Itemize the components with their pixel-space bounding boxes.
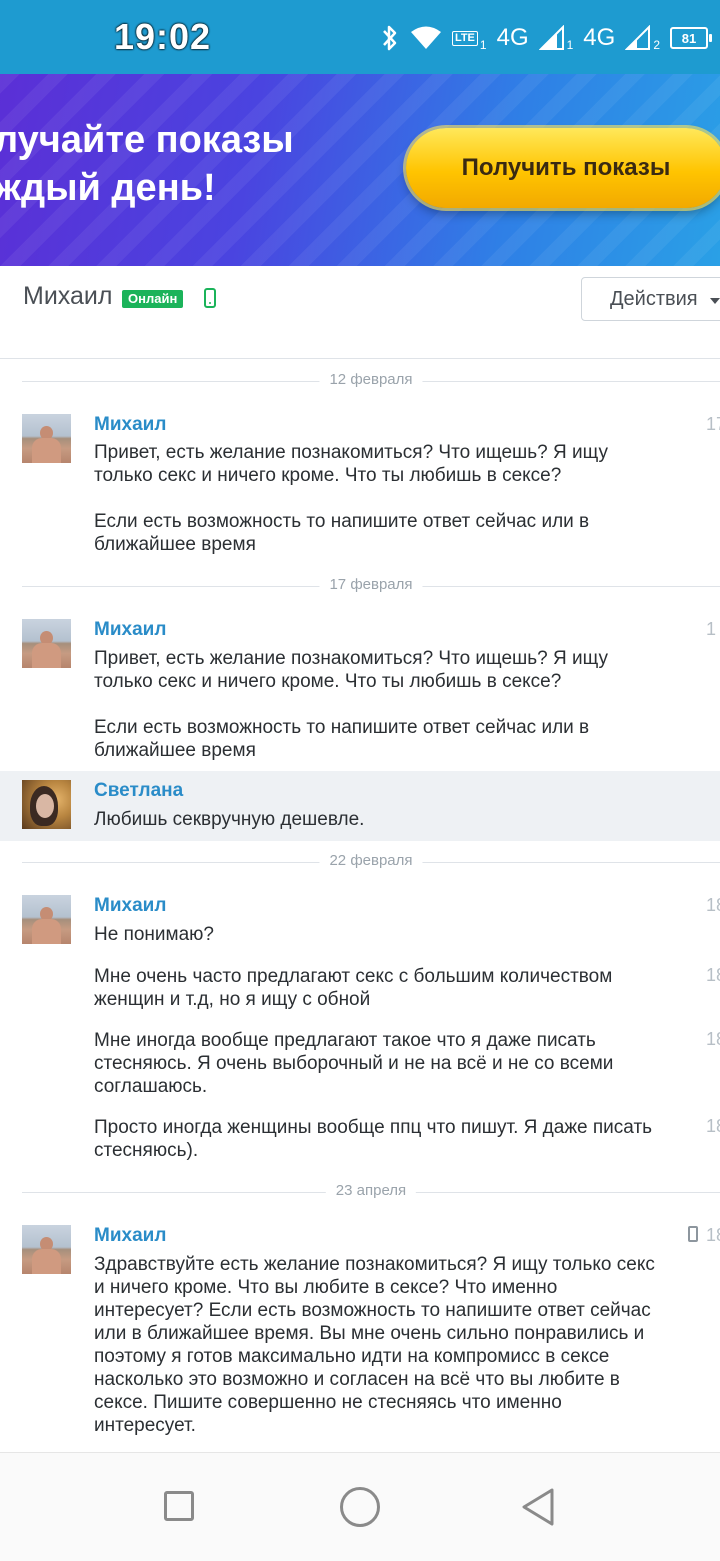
date-separator: 23 апреля: [22, 1182, 720, 1202]
avatar[interactable]: [22, 1225, 71, 1274]
actions-label: Действия: [610, 288, 698, 310]
sim-number-2: 2: [653, 38, 660, 52]
status-bar: 19:02 LTE 1 4G 1 4G 2 81: [0, 0, 720, 74]
signal-icon: [538, 25, 564, 50]
message-item[interactable]: Михаил 1 Привет, есть желание познакомит…: [0, 609, 720, 769]
message-text: Привет, есть желание познакомиться? Что …: [94, 648, 608, 761]
mobile-phone-icon: [204, 288, 216, 308]
conversation-header: Михаил Онлайн Действия: [0, 266, 720, 359]
message-text: Просто иногда женщины вообще ппц что пиш…: [94, 1117, 658, 1161]
message-text: Здравствуйте есть желание познакомиться?…: [94, 1254, 661, 1436]
date-separator: 17 февраля: [22, 576, 720, 596]
avatar[interactable]: [22, 780, 71, 829]
signal-icon: [625, 25, 651, 50]
message-time: 18: [706, 895, 720, 915]
date-label: 17 февраля: [319, 576, 423, 593]
message-text: Привет, есть желание познакомиться? Что …: [94, 442, 608, 555]
date-separator: 12 февраля: [22, 371, 720, 391]
recents-square-icon[interactable]: [164, 1491, 194, 1521]
banner-headline-line2: ждый день!: [0, 167, 216, 209]
bluetooth-icon: [383, 25, 397, 51]
avatar[interactable]: [22, 414, 71, 463]
message-item[interactable]: Михаил 18 Не понимаю? 18 Мне очень часто…: [0, 885, 720, 1170]
system-navigation-bar: [0, 1452, 720, 1561]
volte-icon: LTE: [451, 30, 478, 46]
actions-dropdown[interactable]: Действия: [581, 277, 720, 321]
banner-headline-line1: лучайте показы: [0, 119, 294, 161]
network-type-2: 4G: [583, 24, 616, 51]
chevron-down-icon: [710, 298, 720, 304]
online-status-badge: Онлайн: [122, 290, 184, 308]
message-text: Любишь секвручную дешевле.: [94, 809, 365, 830]
avatar[interactable]: [22, 895, 71, 944]
message-time: 17: [706, 414, 720, 434]
battery-icon: 81: [670, 27, 712, 49]
message-author[interactable]: Михаил: [94, 1225, 166, 1247]
message-time: 18: [706, 1225, 720, 1245]
message-time: 18: [706, 1029, 720, 1049]
avatar[interactable]: [22, 619, 71, 668]
message-author[interactable]: Михаил: [94, 619, 166, 641]
date-separator: 22 февраля: [22, 852, 720, 872]
get-impressions-button[interactable]: Получить показы: [406, 128, 720, 208]
message-text: Мне очень часто предлагают секс с больши…: [94, 966, 618, 1010]
message-text: Не понимаю?: [94, 924, 214, 945]
message-item[interactable]: Михаил 17 Привет, есть желание познакоми…: [0, 404, 720, 564]
contact-name[interactable]: Михаил: [23, 282, 112, 311]
message-item[interactable]: Светлана Любишь секвручную дешевле.: [0, 771, 720, 841]
message-time: 1: [706, 619, 717, 639]
promo-banner[interactable]: лучайте показы ждый день! Получить показ…: [0, 74, 720, 266]
message-author[interactable]: Светлана: [94, 780, 183, 802]
message-time: 18: [706, 965, 720, 985]
banner-headline: лучайте показы ждый день!: [0, 116, 374, 212]
date-label: 23 апреля: [325, 1182, 417, 1199]
message-item[interactable]: Михаил 18 Здравствуйте есть желание позн…: [0, 1215, 720, 1445]
message-author[interactable]: Михаил: [94, 895, 166, 917]
date-label: 12 февраля: [319, 371, 423, 388]
volte-sim-number: 1: [479, 38, 487, 52]
sim-number-1: 1: [566, 38, 574, 52]
message-author[interactable]: Михаил: [94, 414, 166, 436]
back-triangle-icon[interactable]: [520, 1487, 556, 1527]
status-icons: LTE 1 4G 1 4G 2 81: [380, 18, 712, 58]
wifi-icon: [410, 26, 441, 49]
sent-from-mobile-icon: [688, 1226, 698, 1242]
message-text: Мне иногда вообще предлагают такое что я…: [94, 1030, 619, 1097]
network-type-1: 4G: [496, 24, 529, 51]
date-label: 22 февраля: [319, 852, 423, 869]
status-time: 19:02: [114, 16, 212, 57]
battery-level: 81: [681, 30, 697, 46]
home-circle-icon[interactable]: [340, 1487, 380, 1527]
message-time: 18: [706, 1116, 720, 1136]
